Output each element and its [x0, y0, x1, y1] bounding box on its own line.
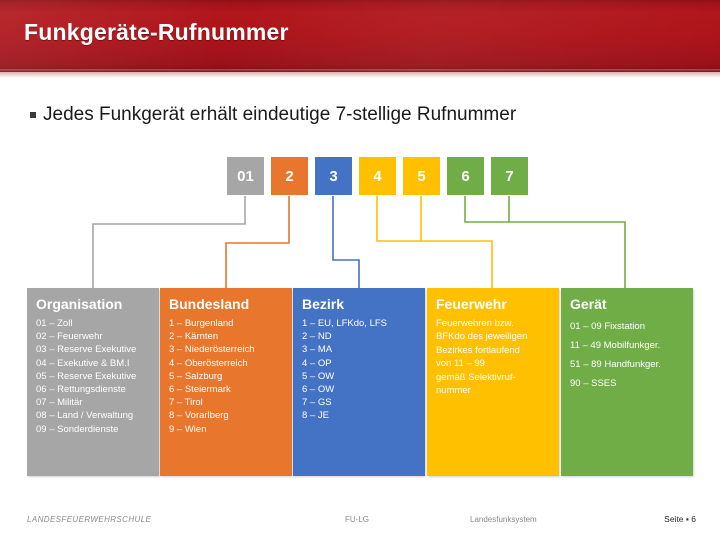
panel-body: 01 – Zoll 02 – Feuerwehr 03 – Reserve Exek… [36, 317, 151, 436]
digit-box: 3 [315, 157, 352, 195]
panel-line: 06 – Rettungsdienste [36, 384, 126, 396]
panel-line: gemäß Selektivruf- [436, 371, 516, 383]
slide-footer: LANDESFEUERWEHRSCHULE FU-LG Landesfunksy… [0, 512, 720, 534]
panel-title: Bundesland [169, 296, 250, 312]
panel-line: 1 – EU, LFKdo, LFS [302, 318, 388, 329]
digit-label: 01 [237, 167, 254, 185]
footer-page-number: Seite ▪ 6 [664, 514, 696, 524]
panel-line: 01 – 09 Fixstation [570, 321, 645, 332]
digit-box: 01 [227, 157, 264, 195]
panel-line: 5 – OW [302, 370, 335, 382]
digit-box: 6 [447, 157, 484, 195]
digit-label: 2 [285, 167, 294, 185]
digit-box: 5 [403, 157, 440, 195]
panel-line: 7 – GS [302, 397, 332, 409]
panel-line: 9 – Wien [169, 423, 207, 435]
bullet-text: Jedes Funkgerät erhält eindeutige 7-stel… [43, 104, 517, 125]
footer-course-code: FU-LG [345, 515, 369, 524]
digit-label: 5 [417, 167, 426, 185]
panel-line: 08 – Land / Verwaltung [36, 410, 134, 422]
panel-line: 1 – Burgenland [169, 318, 234, 329]
panel-line: 11 – 49 Mobilfunkger. [570, 340, 661, 351]
panel-line: von 11 – 99 [436, 358, 485, 370]
category-panel: Gerät 01 – 09 Fixstation 11 – 49 Mobilfun… [561, 288, 693, 476]
panel-line: 3 – Niederösterreich [169, 344, 255, 356]
digit-label: 7 [505, 167, 514, 185]
panel-title: Bezirk [302, 296, 345, 312]
panel-body: 1 – Burgenland 2 – Kärnten 3 – Niederöster… [169, 317, 284, 436]
panel-line: Bezirkes fortlaufend [436, 344, 520, 356]
footer-organization: LANDESFEUERWEHRSCHULE [27, 515, 152, 524]
category-panel: Bezirk 1 – EU, LFKdo, LFS 2 – ND 3 – MA 4 –… [293, 288, 425, 476]
panel-line: 01 – Zoll [36, 318, 73, 329]
category-panel-row: Organisation 01 – Zoll 02 – Feuerwehr 03 –… [27, 288, 693, 476]
panel-line: 3 – MA [302, 344, 333, 356]
digit-label: 4 [373, 167, 382, 185]
panel-line: 8 – Vorarlberg [169, 410, 229, 422]
digit-box: 7 [491, 157, 528, 195]
panel-line: 5 – Salzburg [169, 370, 223, 382]
panel-line: 2 – ND [302, 331, 332, 343]
page-title: Funkgeräte-Rufnummer [24, 19, 289, 45]
slide-header-banner: Funkgeräte-Rufnummer [0, 0, 720, 72]
category-panel: Organisation 01 – Zoll 02 – Feuerwehr 03 –… [27, 288, 159, 476]
digit-label: 3 [329, 167, 338, 185]
panel-line: BFKdo des jeweiligen [436, 331, 528, 343]
panel-title: Gerät [570, 296, 607, 312]
digit-label: 6 [461, 167, 470, 185]
panel-body: 1 – EU, LFKdo, LFS 2 – ND 3 – MA 4 – OP 5 – … [302, 317, 417, 423]
panel-line: nummer [436, 385, 471, 397]
panel-title: Organisation [36, 296, 123, 312]
panel-line: 4 – Oberösterreich [169, 357, 248, 369]
panel-line: 51 – 89 Handfunkger. [570, 359, 661, 370]
panel-line: 2 – Kärnten [169, 331, 219, 343]
panel-body: 01 – 09 Fixstation 11 – 49 Mobilfunkger. 5… [570, 317, 685, 393]
panel-line: 4 – OP [302, 357, 332, 369]
panel-line: 04 – Exekutive & BM.I [36, 357, 130, 369]
panel-line: 09 – Sonderdienste [36, 423, 119, 435]
panel-line: 03 – Reserve Exekutive [36, 344, 137, 356]
panel-line: 7 – Tirol [169, 397, 203, 409]
panel-body: Feuerwehren bzw. BFKdo des jeweiligen Bezi… [436, 317, 551, 397]
digit-box: 4 [359, 157, 396, 195]
panel-line: 90 – SSES [570, 378, 617, 389]
header-underglow-divider [0, 72, 720, 78]
panel-line: 6 – Steiermark [169, 384, 231, 396]
panel-title: Feuerwehr [436, 296, 507, 312]
panel-line: 02 – Feuerwehr [36, 331, 103, 343]
footer-topic: Landesfunksystem [470, 515, 537, 524]
digit-box: 2 [271, 157, 308, 195]
bullet-square-icon [30, 112, 36, 118]
bullet-row: Jedes Funkgerät erhält eindeutige 7-stel… [30, 102, 690, 128]
category-panel: Feuerwehr Feuerwehren bzw. BFKdo des jewe… [427, 288, 559, 476]
panel-line: 07 – Militär [36, 397, 83, 409]
panel-line: 05 – Reserve Exekutive [36, 370, 137, 382]
panel-line: Feuerwehren bzw. [436, 318, 514, 329]
panel-line: 8 – JE [302, 410, 329, 422]
panel-line: 6 – OW [302, 384, 335, 396]
category-panel: Bundesland 1 – Burgenland 2 – Kärnten 3 – … [160, 288, 292, 476]
